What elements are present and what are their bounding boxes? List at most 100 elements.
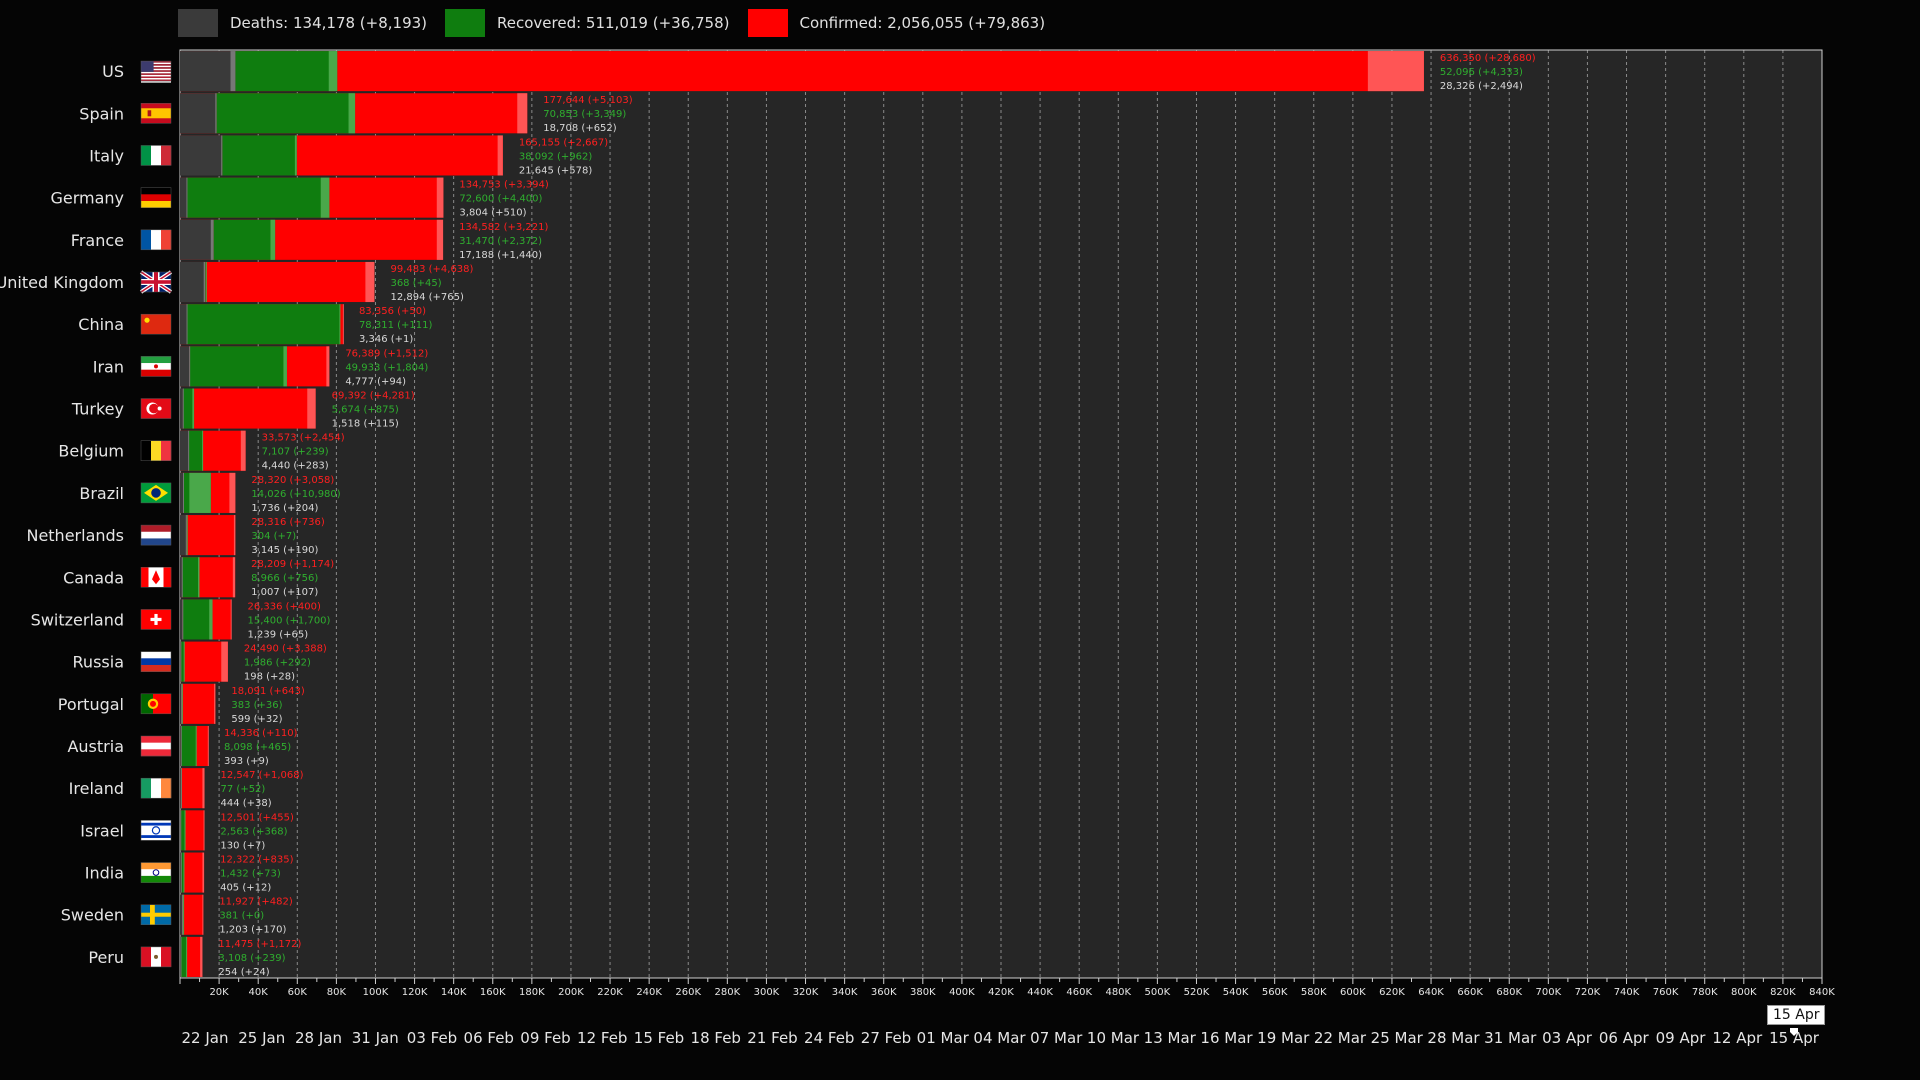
recovered-value-label: 304 (+7) [251,531,296,542]
confirmed-value-label: 18,091 (+643) [231,686,305,697]
flag-tr-icon [140,398,172,419]
country-row-turkey: Turkey 69,392 (+4,281) 5,674 (+875) 1,518 (… [71,388,415,430]
new-recovered-bar [198,557,200,598]
x-tick-label: 600K [1340,987,1366,998]
flag-it-icon [140,145,172,166]
timeline-date-label: 06 Feb [464,1029,514,1047]
new-confirmed-bar [517,93,528,134]
x-tick-label: 760K [1653,987,1679,998]
country-row-netherlands: Netherlands 28,316 (+736) 304 (+7) 3,145 (+… [26,515,325,556]
timeline-date-label: 12 Feb [577,1029,627,1047]
recovered-value-label: 8,098 (+465) [224,742,291,753]
x-tick-label: 720K [1575,987,1601,998]
deaths-value-label: 405 (+12) [220,883,271,894]
new-deaths-bar [210,219,214,260]
deaths-value-label: 1,736 (+204) [251,503,318,514]
deaths-bar [180,599,183,640]
new-confirmed-bar [233,515,236,556]
timeline-date-label: 10 Mar [1087,1029,1140,1047]
country-row-austria: Austria 14,336 (+110) 8,098 (+465) 393 (+9) [67,725,298,767]
timeline-date-label: 31 Jan [352,1029,399,1047]
confirmed-value-label: 12,501 (+455) [220,812,294,823]
confirmed-value-label: 165,155 (+2,667) [519,137,608,148]
new-deaths-bar [188,430,190,471]
new-deaths-bar [180,768,182,809]
flag-pe-icon [140,946,172,968]
country-row-canada: Canada 28,209 (+1,174) 8,966 (+756) 1,007 (… [63,557,334,598]
flag-ch-icon [140,609,172,630]
deaths-value-label: 1,007 (+107) [251,587,318,598]
flag-be-icon [140,440,172,461]
deaths-value-label: 393 (+9) [224,756,269,767]
confirmed-value-label: 28,320 (+3,058) [251,475,334,486]
new-confirmed-bar [326,346,330,387]
country-label: Belgium [58,442,124,461]
flag-nl-icon [140,524,172,546]
recovered-value-label: 52,096 (+4,333) [1440,67,1523,78]
timeline-date-label: 25 Jan [238,1029,285,1047]
recovered-bar [213,219,276,260]
new-deaths-bar [181,683,183,724]
x-tick-label: 160K [480,987,506,998]
x-tick-label: 300K [754,987,780,998]
deaths-value-label: 444 (+38) [221,798,272,809]
flag-il-icon [140,820,172,841]
timeline-date-label: 28 Mar [1427,1029,1480,1047]
recovered-value-label: 15,400 (+1,700) [247,615,330,626]
recovered-bar [189,346,287,387]
confirmed-value-label: 24,490 (+3,388) [244,644,327,655]
flag-at-icon [140,735,172,757]
confirmed-bar [180,51,1424,92]
new-confirmed-bar [229,472,236,513]
confirmed-value-label: 177,644 (+5,103) [543,95,632,106]
country-label: Brazil [79,484,124,503]
deaths-value-label: 1,518 (+115) [332,419,399,430]
confirmed-value-label: 11,475 (+1,172) [218,939,301,950]
x-tick-label: 180K [519,987,545,998]
country-label: Austria [67,737,124,756]
x-tick-label: 820K [1770,987,1796,998]
country-label: Peru [88,948,124,967]
country-label: Netherlands [26,526,124,545]
country-label: US [102,62,124,81]
deaths-value-label: 198 (+28) [244,672,295,683]
recovered-bar [181,557,200,598]
deaths-bar [180,430,189,471]
timeline-date-label: 04 Mar [973,1029,1026,1047]
timeline-date-label: 22 Jan [182,1029,229,1047]
new-recovered-bar [183,852,185,893]
x-tick-label: 780K [1692,987,1718,998]
x-tick-label: 580K [1301,987,1327,998]
x-tick-label: 560K [1262,987,1288,998]
deaths-bar [180,683,182,724]
timeline-date-label: 25 Mar [1371,1029,1424,1047]
timeline-date-label: 03 Feb [407,1029,457,1047]
x-tick-label: 800K [1731,987,1757,998]
country-label: China [78,315,124,334]
x-tick-label: 40K [249,987,269,998]
flag-cn-icon [140,313,172,335]
recovered-value-label: 7,107 (+239) [262,447,329,458]
recovered-bar [188,430,203,471]
x-tick-label: 340K [832,987,858,998]
country-row-germany: Germany 134,753 (+3,394) 72,600 (+4,400) 3,… [50,177,549,219]
country-label: United Kingdom [0,273,124,292]
deaths-bar [180,304,187,345]
deaths-value-label: 4,777 (+94) [345,376,406,387]
x-tick-label: 840K [1809,987,1835,998]
new-deaths-bar [180,936,182,977]
deaths-value-label: 28,326 (+2,494) [1440,81,1523,92]
deaths-value-label: 3,145 (+190) [251,545,318,556]
new-recovered-bar [192,388,195,429]
deaths-bar [180,261,206,303]
new-recovered-bar [205,261,207,303]
new-confirmed-bar [436,177,444,218]
x-tick-label: 740K [1614,987,1640,998]
deaths-value-label: 21,645 (+578) [519,165,593,176]
country-label: Turkey [71,400,124,419]
deaths-value-label: 130 (+7) [220,840,265,851]
recovered-value-label: 3,108 (+239) [218,953,285,964]
x-tick-label: 480K [1105,987,1131,998]
recovered-value-label: 383 (+36) [231,700,282,711]
country-label: Sweden [61,906,124,925]
